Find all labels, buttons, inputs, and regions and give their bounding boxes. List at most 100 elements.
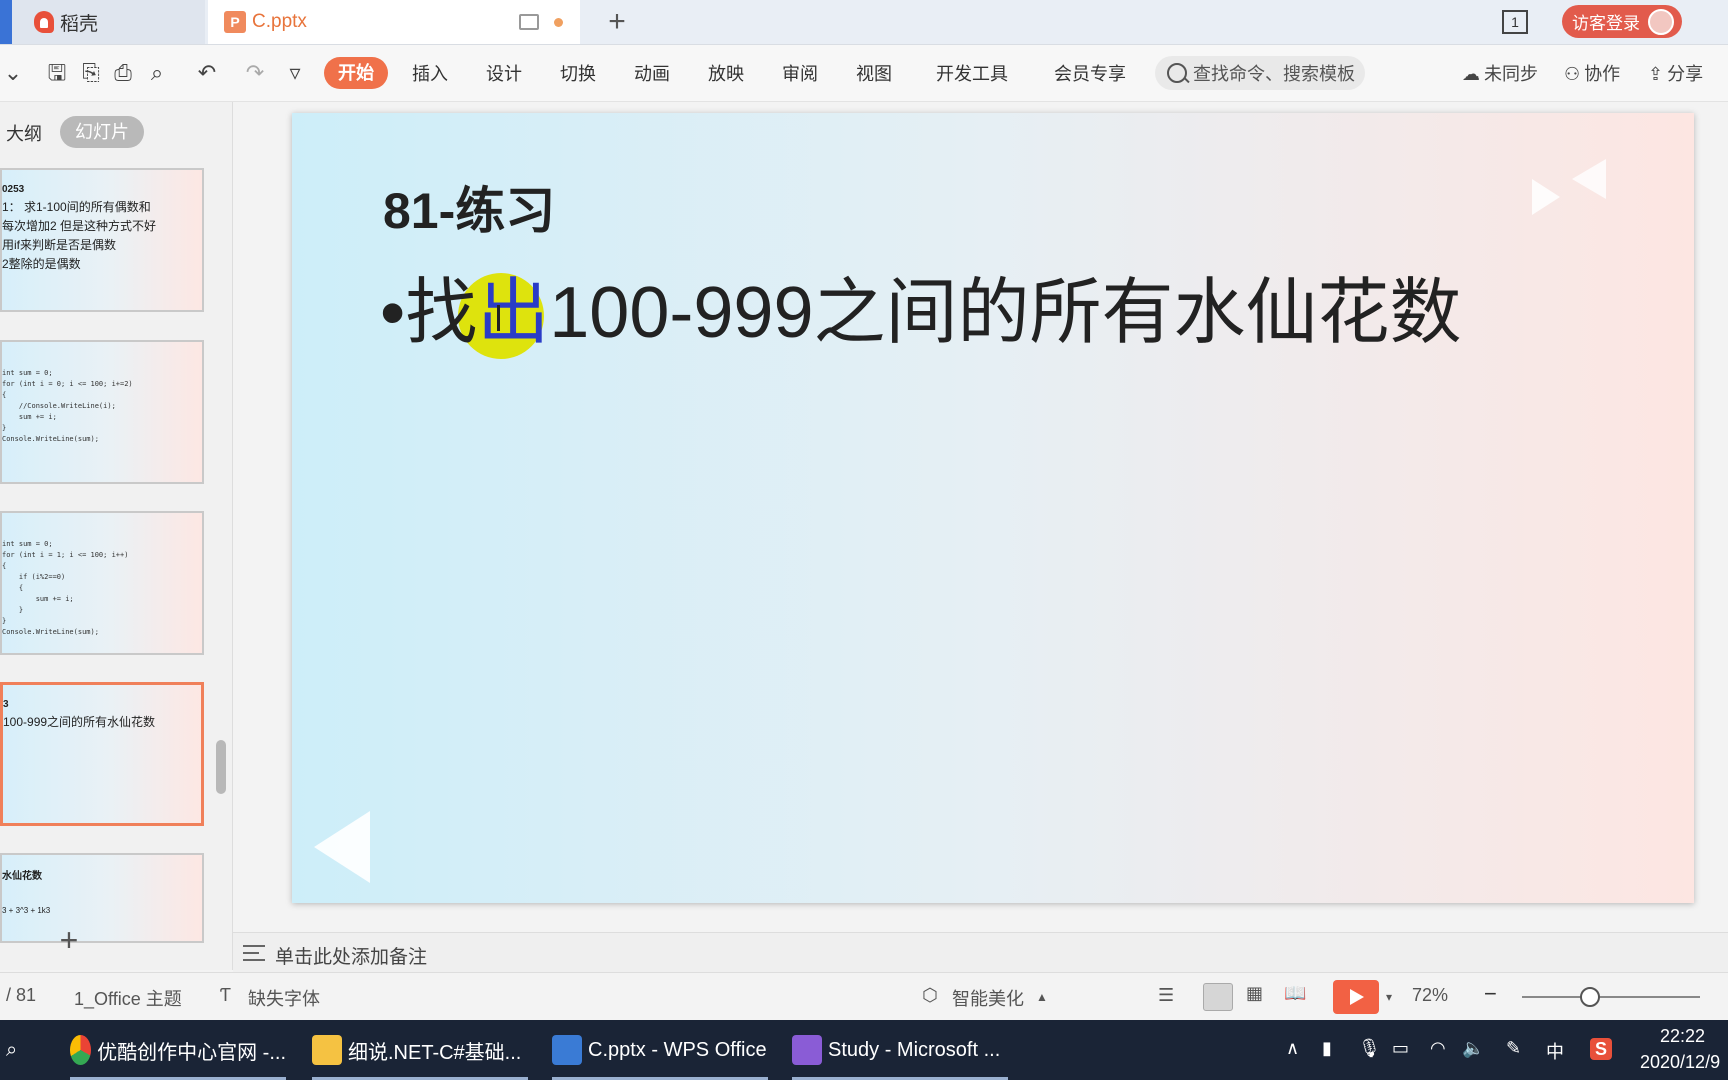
menu-review[interactable]: 审阅 bbox=[782, 59, 818, 89]
slide-title[interactable]: 81-练习 bbox=[383, 171, 555, 243]
guest-login-button[interactable]: 访客登录 bbox=[1562, 5, 1682, 38]
wps-icon bbox=[552, 1035, 582, 1065]
reading-view-icon[interactable]: 📖 bbox=[1284, 983, 1306, 1004]
menu-developer[interactable]: 开发工具 bbox=[936, 59, 1008, 89]
sogou-ime-icon[interactable]: S bbox=[1590, 1038, 1612, 1060]
clock-date[interactable]: 2020/12/9 bbox=[1640, 1052, 1720, 1073]
sorter-view-icon[interactable]: ▦ bbox=[1246, 983, 1263, 1004]
slide-thumbnail[interactable]: 0253 1： 求1-100间的所有偶数和 每次增加2 但是这种方式不好 用if… bbox=[0, 168, 204, 312]
menu-animation[interactable]: 动画 bbox=[634, 59, 670, 89]
notes-bar[interactable]: 单击此处添加备注 bbox=[233, 932, 1728, 973]
collaborate-label: 协作 bbox=[1584, 64, 1621, 84]
screen-icon[interactable] bbox=[519, 14, 539, 30]
normal-view-button[interactable] bbox=[1203, 983, 1233, 1011]
bullet-text-part: 100-999之间的所有水仙花数 bbox=[549, 273, 1462, 353]
beautify-icon: ⬡ bbox=[922, 985, 938, 1005]
chevron-down-icon[interactable]: ⌄ bbox=[0, 60, 26, 86]
battery-icon[interactable]: ▭ bbox=[1392, 1038, 1409, 1059]
outline-view-tab[interactable]: 大纲 bbox=[6, 120, 42, 146]
taskbar-item-label: 细说.NET-C#基础... bbox=[348, 1041, 522, 1064]
format-painter-icon[interactable]: ⎘ bbox=[78, 60, 104, 86]
save-icon[interactable]: 🖫 bbox=[44, 60, 70, 86]
add-slide-button[interactable]: + bbox=[54, 924, 84, 956]
thumb-code: int sum = 0; for (int i = 0; i <= 100; i… bbox=[2, 369, 133, 443]
menu-transition[interactable]: 切换 bbox=[560, 59, 596, 89]
ppt-file-icon: P bbox=[224, 11, 246, 33]
tab-home-label: 稻壳 bbox=[60, 13, 99, 35]
clock-time[interactable]: 22:22 bbox=[1660, 1026, 1705, 1047]
window-count-icon[interactable]: 1 bbox=[1502, 10, 1528, 34]
microphone-icon[interactable]: 🎙 bbox=[1358, 1038, 1381, 1059]
share-label: 分享 bbox=[1667, 64, 1704, 84]
tab-document-label: C.pptx bbox=[252, 11, 307, 32]
share-button[interactable]: ⇪ 分享 bbox=[1648, 59, 1703, 89]
notes-icon bbox=[243, 945, 265, 961]
customize-quick-access-icon[interactable]: ▿ bbox=[282, 60, 308, 86]
thumb-text: 每次增加2 但是这种方式不好 bbox=[2, 219, 157, 233]
zoom-slider-knob[interactable] bbox=[1580, 987, 1600, 1007]
smart-beautify-button[interactable]: 智能美化 bbox=[952, 985, 1024, 1011]
menu-view[interactable]: 视图 bbox=[856, 59, 892, 89]
decor-triangle bbox=[314, 811, 370, 883]
tab-docer-home[interactable]: 稻壳 bbox=[0, 0, 205, 44]
collaborate-button[interactable]: ⚇ 协作 bbox=[1564, 59, 1620, 89]
play-slideshow-button[interactable] bbox=[1333, 980, 1379, 1014]
alignment-menu-icon[interactable]: ☰ bbox=[1158, 985, 1174, 1006]
zoom-out-button[interactable]: − bbox=[1484, 981, 1497, 1007]
taskbar-item-visual-studio[interactable]: Study - Microsoft ... bbox=[792, 1020, 1008, 1080]
zoom-slider[interactable] bbox=[1522, 996, 1700, 998]
device-icon[interactable]: ▮ bbox=[1322, 1038, 1332, 1059]
pen-icon[interactable]: ✎ bbox=[1506, 1038, 1521, 1059]
taskbar-item-label: 优酷创作中心官网 -... bbox=[97, 1041, 286, 1064]
thumb-code: int sum = 0; for (int i = 1; i <= 100; i… bbox=[2, 540, 129, 636]
slide-thumbnail[interactable]: int sum = 0; for (int i = 0; i <= 100; i… bbox=[0, 340, 204, 484]
share-icon: ⇪ bbox=[1648, 64, 1664, 84]
taskbar-item-folder[interactable]: 细说.NET-C#基础... bbox=[312, 1020, 528, 1080]
volume-icon[interactable]: 🔈 bbox=[1462, 1038, 1484, 1059]
page-indicator[interactable]: / 81 bbox=[6, 985, 36, 1006]
thumb-text: 1： 求1-100间的所有偶数和 bbox=[2, 200, 151, 214]
notes-placeholder: 单击此处添加备注 bbox=[275, 947, 428, 968]
sync-button[interactable]: ☁ 未同步 bbox=[1462, 59, 1538, 89]
menu-member[interactable]: 会员专享 bbox=[1054, 59, 1126, 89]
windows-search-icon[interactable]: ⌕ bbox=[6, 1020, 17, 1080]
taskbar-item-wps[interactable]: C.pptx - WPS Office bbox=[552, 1020, 768, 1080]
docer-logo-icon bbox=[34, 11, 54, 33]
show-hidden-icons[interactable]: ∧ bbox=[1286, 1038, 1299, 1059]
taskbar-item-browser[interactable]: 优酷创作中心官网 -... bbox=[70, 1020, 286, 1080]
missing-font-button[interactable]: 缺失字体 bbox=[248, 985, 320, 1011]
new-tab-button[interactable]: + bbox=[602, 4, 632, 40]
zoom-level[interactable]: 72% bbox=[1412, 985, 1448, 1006]
input-method-indicator[interactable]: 中 bbox=[1546, 1038, 1564, 1064]
thumb-text: 水仙花数 bbox=[2, 871, 42, 882]
tab-document[interactable]: P C.pptx bbox=[208, 0, 580, 44]
undo-icon[interactable]: ↶ bbox=[194, 60, 220, 86]
slide[interactable]: 81-练习 •找出100-999之间的所有水仙花数 bbox=[292, 113, 1694, 903]
slides-view-tab[interactable]: 幻灯片 bbox=[60, 116, 144, 148]
thumb-text: 2整除的是偶数 bbox=[2, 257, 81, 271]
caret-up-icon[interactable]: ▲ bbox=[1036, 990, 1048, 1004]
print-icon[interactable]: ⎙ bbox=[110, 60, 136, 86]
print-preview-icon[interactable]: ⌕ bbox=[144, 60, 170, 86]
wifi-icon[interactable]: ◠ bbox=[1430, 1038, 1446, 1059]
redo-icon[interactable]: ↷ bbox=[242, 60, 268, 86]
ribbon-toolbar: ⌄ 🖫 ⎘ ⎙ ⌕ ↶ ↷ ▿ 开始 插入 设计 切换 动画 放映 审阅 视图 … bbox=[0, 45, 1728, 102]
play-options-icon[interactable]: ▾ bbox=[1386, 990, 1392, 1004]
thumb-text: 3 bbox=[3, 699, 9, 710]
slide-thumbnail[interactable]: 水仙花数 3 + 3^3 + 1k3 bbox=[0, 853, 204, 943]
slide-thumbnail[interactable]: int sum = 0; for (int i = 1; i <= 100; i… bbox=[0, 511, 204, 655]
menu-start[interactable]: 开始 bbox=[324, 57, 388, 89]
slide-thumbnail-selected[interactable]: 3 100-999之间的所有水仙花数 bbox=[0, 682, 204, 826]
add-user-icon: ⚇ bbox=[1564, 64, 1581, 84]
theme-name[interactable]: 1_Office 主题 bbox=[74, 985, 182, 1011]
menu-design[interactable]: 设计 bbox=[486, 59, 522, 89]
command-search-input[interactable]: 查找命令、搜索模板 bbox=[1155, 56, 1365, 90]
status-bar: / 81 1_Office 主题 Ƭ 缺失字体 ⬡ 智能美化 ▲ ☰ ▦ 📖 ▾… bbox=[0, 972, 1728, 1021]
sync-label: 未同步 bbox=[1484, 64, 1538, 84]
taskbar-item-label: Study - Microsoft ... bbox=[828, 1038, 1001, 1061]
thumbnail-scrollbar[interactable] bbox=[216, 740, 226, 794]
text-cursor-icon bbox=[497, 305, 500, 331]
slide-bullet-text[interactable]: •找出100-999之间的所有水仙花数 bbox=[380, 253, 1462, 358]
menu-insert[interactable]: 插入 bbox=[412, 59, 448, 89]
menu-slideshow[interactable]: 放映 bbox=[708, 59, 744, 89]
